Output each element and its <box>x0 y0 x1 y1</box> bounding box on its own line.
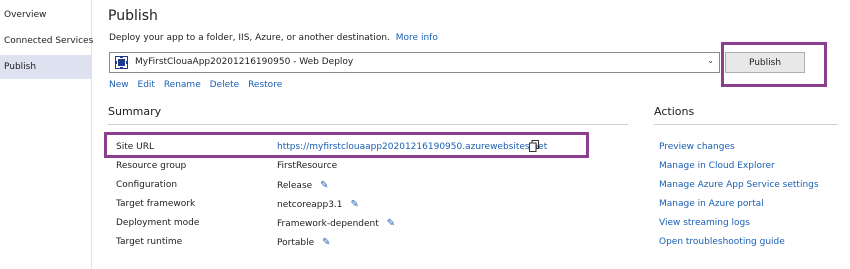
deployment-mode-value: Framework-dependent <box>277 219 379 229</box>
sidebar-item-publish[interactable]: Publish <box>0 55 92 79</box>
actions-divider <box>654 124 838 125</box>
site-url-link[interactable]: https://myfirstclouaapp20201216190950.az… <box>277 142 547 152</box>
web-deploy-icon <box>115 56 128 69</box>
page-description: Deploy your app to a folder, IIS, Azure,… <box>109 33 438 43</box>
edit-configuration-pencil-icon[interactable]: ✎ <box>320 180 328 191</box>
edit-target-framework-pencil-icon[interactable]: ✎ <box>351 199 359 210</box>
resource-group-label: Resource group <box>116 161 187 171</box>
configuration-label: Configuration <box>116 180 178 190</box>
actions-heading: Actions <box>654 105 695 118</box>
deployment-mode-row: Framework-dependent ✎ <box>277 218 395 229</box>
manage-app-service-settings-link[interactable]: Manage Azure App Service settings <box>659 180 819 190</box>
publish-profile-dropdown[interactable]: MyFirstClouaApp20201216190950 - Web Depl… <box>109 52 720 73</box>
configuration-value: Release <box>277 181 313 191</box>
new-link[interactable]: New <box>109 80 129 90</box>
sidebar: Overview Connected Services Publish <box>0 0 93 269</box>
delete-link[interactable]: Delete <box>210 80 240 90</box>
view-streaming-logs-link[interactable]: View streaming logs <box>659 218 750 228</box>
edit-link[interactable]: Edit <box>138 80 155 90</box>
copy-icon[interactable] <box>529 140 539 152</box>
publish-button[interactable]: Publish <box>725 52 805 73</box>
target-framework-row: netcoreapp3.1 ✎ <box>277 199 359 210</box>
target-runtime-row: Portable ✎ <box>277 237 331 248</box>
main-panel: Publish Deploy your app to a folder, IIS… <box>92 0 850 269</box>
target-runtime-label: Target runtime <box>116 237 183 247</box>
edit-target-runtime-pencil-icon[interactable]: ✎ <box>322 237 330 248</box>
selected-profile-text: MyFirstClouaApp20201216190950 - Web Depl… <box>135 57 354 67</box>
manage-azure-portal-link[interactable]: Manage in Azure portal <box>659 199 764 209</box>
rename-link[interactable]: Rename <box>164 80 201 90</box>
summary-divider <box>108 124 628 125</box>
edit-deployment-mode-pencil-icon[interactable]: ✎ <box>387 218 395 229</box>
site-url-label: Site URL <box>116 142 154 152</box>
target-runtime-value: Portable <box>277 238 315 248</box>
preview-changes-link[interactable]: Preview changes <box>659 142 735 152</box>
summary-heading: Summary <box>108 105 162 118</box>
resource-group-value: FirstResource <box>277 161 338 171</box>
manage-cloud-explorer-link[interactable]: Manage in Cloud Explorer <box>659 161 775 171</box>
description-text: Deploy your app to a folder, IIS, Azure,… <box>109 33 390 43</box>
target-framework-label: Target framework <box>116 199 196 209</box>
configuration-row: Release ✎ <box>277 180 329 191</box>
open-troubleshooting-guide-link[interactable]: Open troubleshooting guide <box>659 237 785 247</box>
deployment-mode-label: Deployment mode <box>116 218 200 228</box>
profile-actions: New Edit Rename Delete Restore <box>109 80 288 90</box>
chevron-down-icon: ⌄ <box>707 56 714 65</box>
sidebar-item-connected-services[interactable]: Connected Services <box>0 29 93 53</box>
restore-link[interactable]: Restore <box>248 80 282 90</box>
target-framework-value: netcoreapp3.1 <box>277 200 343 210</box>
sidebar-item-overview[interactable]: Overview <box>0 3 92 27</box>
page-title: Publish <box>108 8 158 24</box>
more-info-link[interactable]: More info <box>396 33 438 43</box>
